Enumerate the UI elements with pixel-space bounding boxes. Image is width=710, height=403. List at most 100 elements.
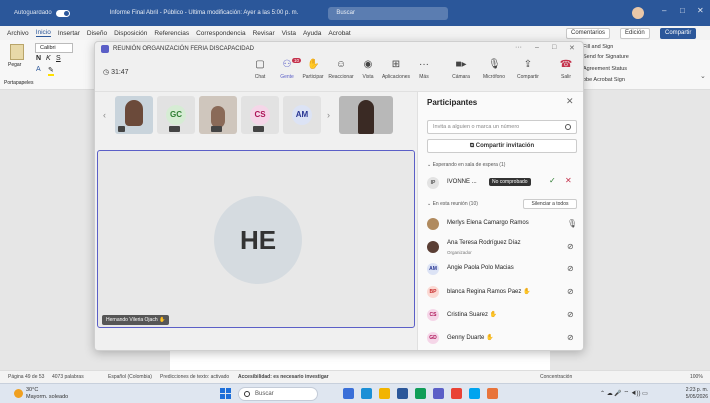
app-icon[interactable] (487, 388, 498, 399)
status-words[interactable]: 4073 palabras (52, 374, 84, 380)
teams-maximize-icon[interactable]: □ (552, 44, 556, 51)
waiting-participant-row[interactable]: IP IVONNE ... No comprobado ✓ ✕ (427, 173, 577, 193)
menu-archivo[interactable]: Archivo (7, 30, 29, 37)
menu-inicio[interactable]: Inicio (35, 29, 51, 37)
status-language[interactable]: Español (Colombia) (108, 374, 152, 380)
highlight-icon[interactable]: ✎ (48, 66, 54, 76)
menu-diseno[interactable]: Diseño (87, 30, 107, 37)
participant-row[interactable]: CS Cristina Suarez ✋ ⊘ (427, 305, 577, 325)
status-zoom[interactable]: 100% (690, 374, 703, 380)
word-search-input[interactable]: Buscar (328, 6, 449, 20)
word-title-bar: Autoguardado Informe Final Abril - Públi… (0, 0, 710, 26)
menu-correspondencia[interactable]: Correspondencia (196, 30, 246, 37)
menu-disposicion[interactable]: Disposición (114, 30, 147, 37)
text-effects-icon[interactable]: A (36, 66, 41, 73)
editing-button[interactable]: Edición (620, 28, 650, 39)
participant-row[interactable]: BP blanca Regina Ramos Paez ✋ ⊘ (427, 282, 577, 302)
mic-off-icon[interactable]: ⊘ (567, 310, 574, 319)
edge-icon[interactable] (361, 388, 372, 399)
in-meeting-section-header[interactable]: ⌄ En esta reunión (10) (427, 201, 478, 207)
font-name-select[interactable]: Calibri (35, 43, 73, 53)
italic-icon[interactable]: K (46, 55, 51, 62)
comments-button[interactable]: Comentarios (566, 28, 611, 39)
participant-row[interactable]: Ana Teresa Rodríguez Díaz Organizador ⊘ (427, 237, 577, 257)
bold-icon[interactable]: N (36, 55, 41, 62)
word-app-icon[interactable] (397, 388, 408, 399)
waiting-section-header[interactable]: ⌄ Esperando en sala de espera (1) (427, 162, 505, 168)
file-explorer-icon[interactable] (379, 388, 390, 399)
mic-on-icon[interactable]: 🎙 (567, 219, 577, 228)
autosave-toggle[interactable] (55, 9, 70, 17)
weather-widget[interactable]: 30°C Mayorm. soleado (14, 387, 68, 400)
participant-row[interactable]: GD Genny Duarte ✋ ⊘ (427, 328, 577, 348)
task-view-icon[interactable] (343, 388, 354, 399)
toolbar-apps-button[interactable]: ⊞ Aplicaciones (381, 59, 411, 80)
thumb-prev-icon[interactable]: ‹ (103, 110, 106, 120)
close-icon[interactable]: ✕ (697, 6, 704, 15)
maximize-icon[interactable]: □ (680, 6, 685, 15)
addin-fill-sign[interactable]: Fill and Sign (583, 44, 613, 50)
participant-name: IVONNE ... (447, 179, 477, 185)
system-tray-icons[interactable]: ⌃ ☁ 🎤 ⌔ ◀)) ▭ (600, 389, 648, 397)
menu-insertar[interactable]: Insertar (58, 30, 80, 37)
addin-send-signature[interactable]: Send for Signature (583, 54, 629, 60)
participant-thumbnail[interactable]: GC (157, 96, 195, 134)
toolbar-camera-button[interactable]: ■▸ Cámara (446, 59, 476, 80)
menu-referencias[interactable]: Referencias (154, 30, 189, 37)
store-icon[interactable] (415, 388, 426, 399)
participant-thumbnail[interactable] (115, 96, 153, 134)
invite-input[interactable]: Invita a alguien o marca un número (427, 120, 577, 134)
mic-off-icon[interactable]: ⊘ (567, 264, 574, 273)
deny-x-icon[interactable]: ✕ (565, 176, 572, 185)
windows-start-icon[interactable] (220, 388, 231, 399)
toolbar-mic-button[interactable]: 🎙 Micrófono (479, 59, 509, 80)
teams-app-icon[interactable] (433, 388, 444, 399)
mic-off-icon[interactable]: ⊘ (567, 287, 574, 296)
main-video-tile[interactable]: HE Hernando Vileria Ojach ✋ (97, 150, 415, 328)
user-avatar[interactable] (632, 7, 644, 19)
chrome-icon[interactable] (451, 388, 462, 399)
menu-ayuda[interactable]: Ayuda (303, 30, 321, 37)
toolbar-share-button[interactable]: ⇪ Compartir (513, 59, 543, 80)
menu-vista[interactable]: Vista (282, 30, 296, 37)
share-invite-button[interactable]: ⧉ Compartir invitación (427, 139, 577, 153)
participant-thumbnail[interactable]: AM (283, 96, 321, 134)
panel-close-icon[interactable]: ✕ (566, 96, 574, 107)
thumb-next-icon[interactable]: › (327, 110, 330, 120)
toolbar-chat-button[interactable]: ▢ Chat (245, 59, 275, 80)
participant-row[interactable]: Merlys Elena Camargo Ramos 🎙 (427, 214, 577, 234)
taskbar-search-input[interactable]: Buscar (238, 387, 318, 401)
toolbar-view-button[interactable]: ◉ Vista (353, 59, 383, 80)
status-predictions[interactable]: Predicciones de texto: activado (160, 374, 229, 380)
minimize-icon[interactable]: – (662, 6, 666, 15)
paste-icon[interactable] (10, 44, 24, 60)
self-view-thumbnail[interactable] (339, 96, 393, 134)
toolbar-react-button[interactable]: ☺ Reaccionar (326, 59, 356, 80)
react-icon: ☺ (335, 59, 347, 70)
participant-thumbnail[interactable] (199, 96, 237, 134)
participant-thumbnail[interactable]: CS (241, 96, 279, 134)
addin-agreement-status[interactable]: Agreement Status (583, 66, 627, 72)
participant-row[interactable]: AM Angie Paola Polo Macias ⊘ (427, 259, 577, 279)
toolbar-leave-button[interactable]: ☎ Salir (553, 59, 579, 80)
underline-icon[interactable]: S (56, 55, 61, 62)
addin-acrobat-sign[interactable]: obe Acrobat Sign (583, 77, 625, 83)
mic-off-icon[interactable]: ⊘ (567, 333, 574, 342)
ribbon-collapse-icon[interactable]: ⌄ (700, 72, 706, 80)
taskbar-clock[interactable]: 2:23 p. m. 5/05/2026 (680, 387, 708, 400)
mic-off-icon[interactable]: ⊘ (567, 242, 574, 251)
status-focus[interactable]: Concentración (540, 374, 572, 380)
toolbar-raise-hand-button[interactable]: ✋ Participar (298, 59, 328, 80)
teams-minimize-icon[interactable]: – (535, 44, 539, 51)
mute-all-button[interactable]: Silenciar a todos (523, 199, 577, 209)
outlook-icon[interactable] (469, 388, 480, 399)
share-button[interactable]: Compartir (660, 28, 697, 39)
status-page[interactable]: Página 49 de 53 (8, 374, 44, 380)
toolbar-more-button[interactable]: ··· Más (409, 59, 439, 80)
teams-close-icon[interactable]: ✕ (569, 44, 575, 52)
more-options-icon[interactable]: ··· (515, 44, 522, 51)
menu-acrobat[interactable]: Acrobat (328, 30, 350, 37)
menu-revisar[interactable]: Revisar (253, 30, 275, 37)
admit-check-icon[interactable]: ✓ (549, 176, 556, 185)
status-accessibility[interactable]: Accesibilidad: es necesario investigar (238, 374, 329, 380)
